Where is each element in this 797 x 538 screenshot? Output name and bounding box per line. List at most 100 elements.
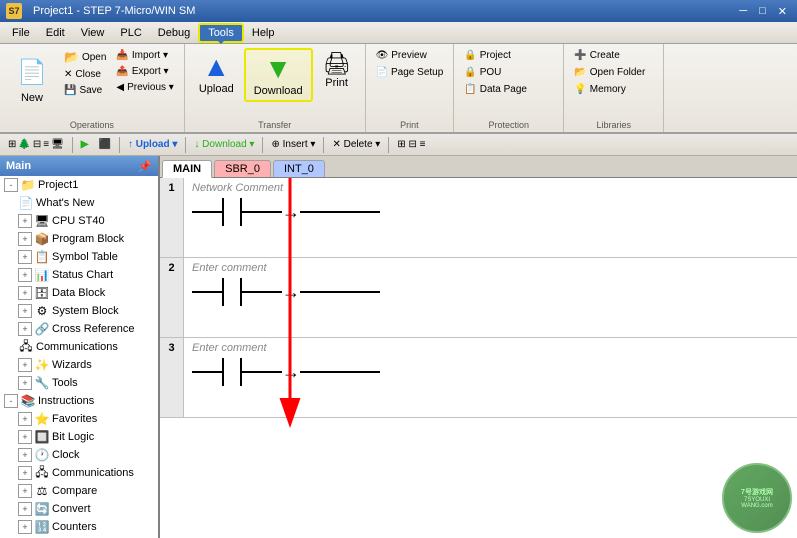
network-body-2: Enter comment →: [184, 258, 797, 337]
sidebar-item-instructions[interactable]: - 📚 Instructions: [0, 392, 158, 410]
create-lib-button[interactable]: ➕ Create: [570, 48, 623, 63]
delete-strip-button[interactable]: ✕ Delete ▾: [328, 138, 384, 151]
sidebar-item-symbol-table[interactable]: + 📋 Symbol Table: [0, 248, 158, 266]
sidebar-item-compare[interactable]: + ⚖ Compare: [0, 482, 158, 500]
upload-strip-button[interactable]: ↑ Upload ▾: [124, 138, 181, 151]
bit-logic-expand[interactable]: +: [18, 430, 32, 444]
project-label: Project: [480, 50, 511, 61]
instructions-expand[interactable]: -: [4, 394, 18, 408]
sidebar-item-wizards[interactable]: + ✨ Wizards: [0, 356, 158, 374]
menu-item-debug[interactable]: Debug: [150, 25, 198, 41]
sidebar-item-data-block[interactable]: + 🗄 Data Block: [0, 284, 158, 302]
editor-content: 1 Network Comment →: [160, 178, 797, 538]
preview-button[interactable]: 👁 Preview: [372, 48, 431, 63]
open-button[interactable]: 📂 Open: [60, 48, 110, 66]
previous-button[interactable]: ◀ Previous ▾: [112, 80, 177, 95]
cpu-expand[interactable]: +: [18, 214, 32, 228]
minimize-btn[interactable]: ─: [735, 5, 751, 18]
memory-button[interactable]: 💡 Memory: [570, 82, 630, 97]
wizards-expand[interactable]: +: [18, 358, 32, 372]
open-folder-button[interactable]: 📂 Open Folder: [570, 65, 649, 80]
menu-item-help[interactable]: Help: [244, 25, 283, 41]
print-transfer-button[interactable]: 🖨 Print: [315, 48, 359, 92]
watermark-line1: 7号游戏网: [741, 487, 773, 497]
program-block-expand[interactable]: +: [18, 232, 32, 246]
instructions-label: Instructions: [38, 395, 94, 407]
upload-button[interactable]: ▲ Upload: [191, 48, 242, 98]
save-label: Save: [79, 85, 102, 96]
transfer-label: Transfer: [185, 120, 365, 130]
sidebar-item-cpu[interactable]: + 🖥 CPU ST40: [0, 212, 158, 230]
close-btn[interactable]: ✕: [774, 5, 791, 18]
project-protect-button[interactable]: 🔒 Project: [460, 48, 515, 63]
misc-strip-buttons[interactable]: ⊞ ⊟ ≡: [393, 138, 429, 151]
convert-expand[interactable]: +: [18, 502, 32, 516]
tab-int0[interactable]: INT_0: [273, 160, 325, 177]
menu-item-tools[interactable]: Tools: [198, 23, 244, 43]
import-button[interactable]: 📥 Import ▾: [112, 48, 177, 63]
insert-strip-button[interactable]: ⊕ Insert ▾: [267, 138, 319, 151]
menu-item-file[interactable]: File: [4, 25, 38, 41]
download-strip-button[interactable]: ↓ Download ▾: [190, 138, 258, 151]
import-label: Import ▾: [132, 50, 168, 61]
pou-protect-button[interactable]: 🔒 POU: [460, 65, 505, 80]
ladder-icon[interactable]: ≡: [43, 139, 49, 150]
data-page-button[interactable]: 📋 Data Page: [460, 82, 531, 97]
comms-icon: 🖧: [18, 339, 34, 355]
sidebar-item-bit-logic[interactable]: + 🔲 Bit Logic: [0, 428, 158, 446]
sidebar-item-counters[interactable]: + 🔢 Counters: [0, 518, 158, 536]
sidebar-item-convert[interactable]: + 🔄 Convert: [0, 500, 158, 518]
sidebar-item-tools[interactable]: + 🔧 Tools: [0, 374, 158, 392]
export-button[interactable]: 📤 Export ▾: [112, 64, 177, 79]
menu-item-view[interactable]: View: [73, 25, 113, 41]
maximize-btn[interactable]: □: [755, 5, 770, 18]
counters-expand[interactable]: +: [18, 520, 32, 534]
close-button[interactable]: ✕ Close: [60, 67, 110, 82]
upload-label: Upload: [199, 83, 234, 95]
new-button[interactable]: 📄 New: [6, 48, 58, 108]
memory-icon: 💡: [574, 84, 586, 95]
cross-ref-expand[interactable]: +: [18, 322, 32, 336]
page-setup-button[interactable]: 📄 Page Setup: [372, 65, 448, 80]
play-button[interactable]: ▶: [77, 138, 93, 151]
sidebar-item-communications2[interactable]: + 🖧 Communications: [0, 464, 158, 482]
ladder-hline-3a: [192, 371, 222, 373]
sidebar-item-communications[interactable]: 🖧 Communications: [0, 338, 158, 356]
symbol-table-expand[interactable]: +: [18, 250, 32, 264]
sidebar-item-system-block[interactable]: + ⚙ System Block: [0, 302, 158, 320]
tools-expand[interactable]: +: [18, 376, 32, 390]
sidebar-pin-icon[interactable]: 📌: [138, 160, 152, 173]
project1-expand[interactable]: -: [4, 178, 18, 192]
tab-main[interactable]: MAIN: [162, 160, 212, 178]
clock-expand[interactable]: +: [18, 448, 32, 462]
menu-item-plc[interactable]: PLC: [112, 25, 149, 41]
network-row-2: 2 Enter comment →: [160, 258, 797, 338]
print-transfer-label: Print: [325, 77, 348, 89]
download-button[interactable]: ▼ Download: [244, 48, 313, 102]
create-lib-icon: ➕: [574, 50, 586, 61]
save-button[interactable]: 💾 Save: [60, 83, 110, 98]
sidebar-item-whats-new[interactable]: 📄 What's New: [0, 194, 158, 212]
tools-label: Tools: [52, 377, 78, 389]
grid-icon[interactable]: ⊟: [33, 139, 41, 150]
sidebar-item-favorites[interactable]: + ⭐ Favorites: [0, 410, 158, 428]
sidebar-icon[interactable]: ⊞: [8, 139, 16, 150]
data-block-expand[interactable]: +: [18, 286, 32, 300]
comms2-expand[interactable]: +: [18, 466, 32, 480]
monitor-icon[interactable]: 🖥: [51, 139, 64, 150]
compare-expand[interactable]: +: [18, 484, 32, 498]
tab-sbr0[interactable]: SBR_0: [214, 160, 271, 177]
status-chart-expand[interactable]: +: [18, 268, 32, 282]
network-comment-1: Network Comment: [192, 182, 789, 194]
system-block-expand[interactable]: +: [18, 304, 32, 318]
sidebar-item-clock[interactable]: + 🕐 Clock: [0, 446, 158, 464]
tree-icon[interactable]: 🌲: [18, 139, 30, 150]
favorites-expand[interactable]: +: [18, 412, 32, 426]
sidebar-item-project1[interactable]: - 📁 Project1: [0, 176, 158, 194]
menu-item-edit[interactable]: Edit: [38, 25, 73, 41]
network-comment-2: Enter comment: [192, 262, 789, 274]
sidebar-item-status-chart[interactable]: + 📊 Status Chart: [0, 266, 158, 284]
sidebar-item-cross-reference[interactable]: + 🔗 Cross Reference: [0, 320, 158, 338]
sidebar-item-program-block[interactable]: + 📦 Program Block: [0, 230, 158, 248]
stop-button[interactable]: ⬛: [94, 138, 114, 151]
